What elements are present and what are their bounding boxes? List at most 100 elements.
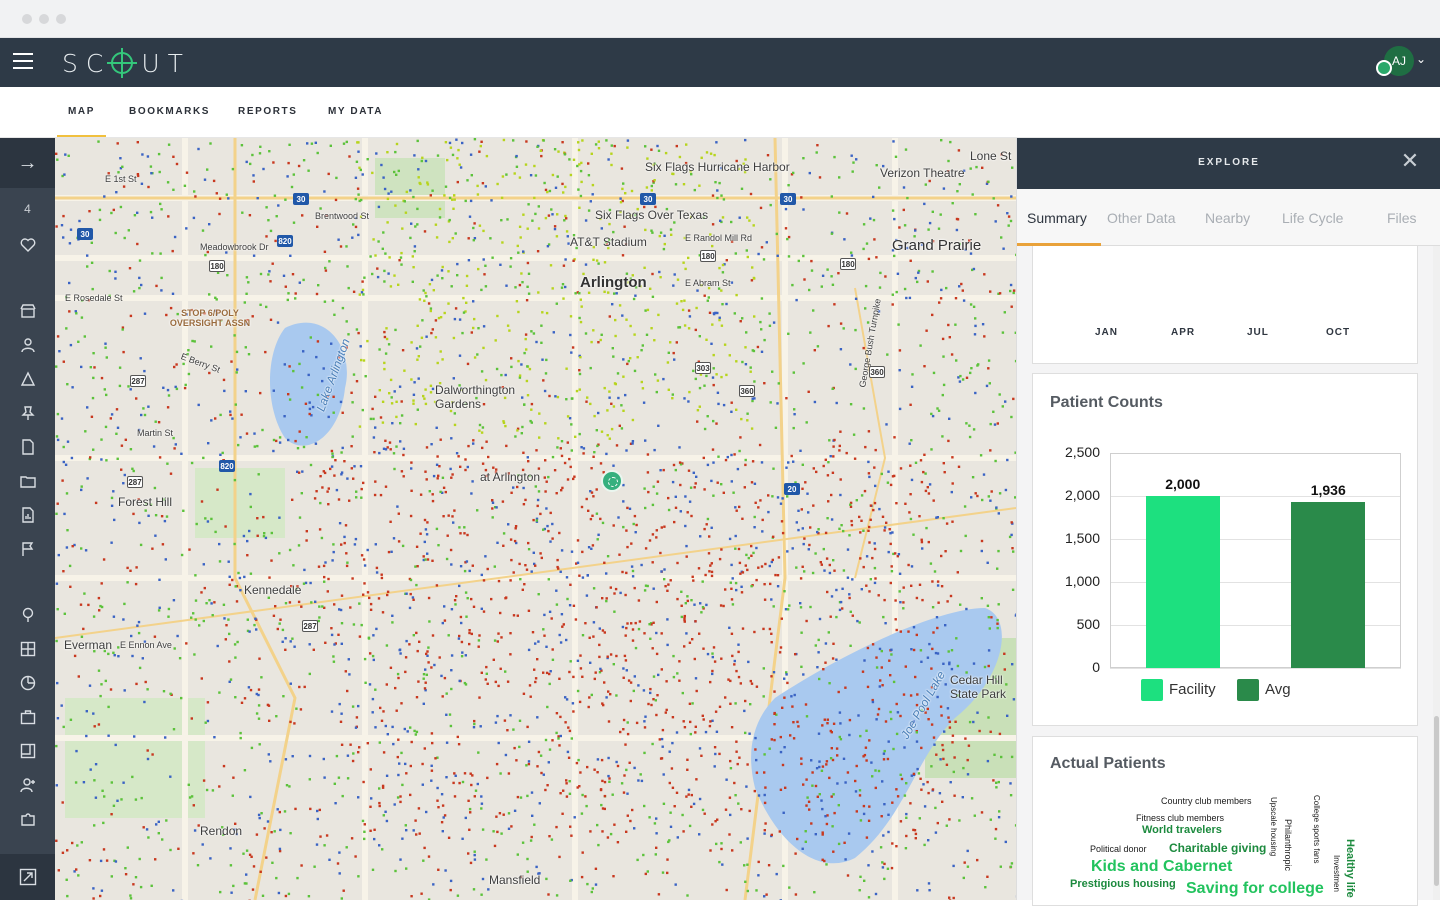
interstate-shield: 820 <box>277 235 293 247</box>
window-dot[interactable] <box>56 14 66 24</box>
highway-shield: 303 <box>695 362 711 374</box>
window-dot[interactable] <box>22 14 32 24</box>
tab-nearby[interactable]: Nearby <box>1205 210 1250 226</box>
bar-value-label: 2,000 <box>1143 476 1223 492</box>
draw-shape-icon[interactable] <box>17 368 39 390</box>
document-icon[interactable] <box>17 436 39 458</box>
highway-shield: 287 <box>130 375 146 387</box>
interstate-shield: 30 <box>293 193 309 205</box>
report-icon[interactable] <box>17 504 39 526</box>
highway-shield: 287 <box>127 476 143 488</box>
bar-facility[interactable] <box>1146 496 1220 668</box>
highway-shield: 180 <box>700 250 716 262</box>
tab-files[interactable]: Files <box>1387 210 1417 226</box>
word-cloud-term: Kids and Cabernet <box>1091 858 1232 876</box>
folder-icon[interactable] <box>17 470 39 492</box>
word-cloud-term: World travelers <box>1142 824 1222 836</box>
user-menu[interactable]: AJ ⌄ <box>1376 46 1436 80</box>
window-dot[interactable] <box>39 14 49 24</box>
map-label: E Randol Mill Rd <box>685 233 752 243</box>
tab-map[interactable]: MAP <box>68 106 95 117</box>
tab-my-data[interactable]: MY DATA <box>328 106 383 117</box>
scout-logo[interactable]: SCUT <box>62 48 191 78</box>
map-label: Forest Hill <box>118 495 172 509</box>
word-cloud-term: Healthy life <box>1344 839 1356 898</box>
interstate-shield: 30 <box>77 228 93 240</box>
menu-icon[interactable] <box>13 53 33 71</box>
word-cloud-term: Philanthropic <box>1283 819 1293 871</box>
location-icon[interactable] <box>17 604 39 626</box>
map-label: E Ennon Ave <box>120 640 172 650</box>
pin-icon[interactable] <box>17 402 39 424</box>
facility-marker[interactable] <box>601 470 623 492</box>
month-label: JUL <box>1247 327 1269 338</box>
map-layer <box>55 138 1016 900</box>
map-label: Rendon <box>200 824 242 838</box>
month-label: APR <box>1171 327 1195 338</box>
y-tick-label: 500 <box>1033 616 1100 632</box>
close-icon[interactable]: ✕ <box>1399 150 1421 172</box>
chevron-down-icon[interactable]: ⌄ <box>1416 52 1426 66</box>
bar-avg[interactable] <box>1291 502 1365 668</box>
patient-counts-chart: 05001,0001,5002,0002,5002,0001,936Facili… <box>1033 374 1419 727</box>
tab-other-data[interactable]: Other Data <box>1107 210 1175 226</box>
map-label: E 1st St <box>105 174 137 184</box>
word-cloud-term: Fitness club members <box>1136 813 1224 823</box>
actual-patients-card: Actual Patients Country club members Fit… <box>1032 736 1418 906</box>
layout-icon[interactable] <box>17 740 39 762</box>
explore-panel: EXPLORE ✕ Summary Other Data Nearby Life… <box>1016 138 1440 900</box>
map-label: E Abram St <box>685 278 731 288</box>
panel-header: EXPLORE ✕ <box>1017 138 1440 189</box>
map-label: STOP 6/POLY OVERSIGHT ASSN <box>165 308 255 328</box>
heart-icon[interactable] <box>17 234 39 256</box>
tab-reports[interactable]: REPORTS <box>238 106 298 117</box>
store-icon[interactable] <box>17 300 39 322</box>
map-label: Meadowbrook Dr <box>200 242 269 252</box>
legend-swatch <box>1141 679 1163 701</box>
tab-life-cycle[interactable]: Life Cycle <box>1282 210 1343 226</box>
map-label: Grand Prairie <box>892 237 981 254</box>
briefcase-icon[interactable] <box>17 706 39 728</box>
gridline <box>1110 668 1401 669</box>
main-tabs: MAP BOOKMARKS REPORTS MY DATA <box>0 87 1440 138</box>
highway-shield: 360 <box>869 366 885 378</box>
patient-counts-card: Patient Counts 05001,0001,5002,0002,5002… <box>1032 373 1418 726</box>
active-tab-indicator <box>57 135 106 137</box>
interstate-shield: 20 <box>784 483 800 495</box>
grid-icon[interactable] <box>17 638 39 660</box>
map-label: Cedar Hill State Park <box>950 673 1010 701</box>
person-icon[interactable] <box>17 334 39 356</box>
collapse-icon[interactable] <box>0 854 55 900</box>
panel-scrollbar[interactable] <box>1433 246 1440 900</box>
pie-chart-icon[interactable] <box>17 672 39 694</box>
map-label: Mansfield <box>489 873 540 887</box>
map-label: Six Flags Hurricane Harbor <box>645 160 790 174</box>
browser-chrome <box>0 0 1440 38</box>
highway-shield: 180 <box>840 258 856 270</box>
tab-bookmarks[interactable]: BOOKMARKS <box>129 106 210 117</box>
map-label: Martin St <box>137 428 173 438</box>
map-label: Dalworthington Gardens <box>435 383 545 411</box>
tab-summary[interactable]: Summary <box>1027 210 1087 226</box>
map-label: Verizon Theatre <box>880 166 965 180</box>
interstate-shield: 30 <box>640 193 656 205</box>
map-label: AT&T Stadium <box>570 235 647 249</box>
word-cloud-term: Political donor <box>1090 844 1147 854</box>
puzzle-icon[interactable] <box>17 808 39 830</box>
y-tick-label: 0 <box>1033 659 1100 675</box>
y-tick-label: 2,500 <box>1033 444 1100 460</box>
map-label: Brentwood St <box>315 211 369 221</box>
word-cloud-term: Prestigious housing <box>1070 878 1176 890</box>
bar-value-label: 1,936 <box>1288 482 1368 498</box>
flag-icon[interactable] <box>17 538 39 560</box>
map-label: Everman <box>64 638 112 652</box>
interstate-shield: 820 <box>219 460 235 472</box>
expand-arrow-icon[interactable]: → <box>0 138 55 188</box>
map-canvas[interactable]: Six Flags Hurricane Harbor Six Flags Ove… <box>55 138 1016 900</box>
word-cloud-term: Country club members <box>1161 796 1252 806</box>
add-person-icon[interactable] <box>17 774 39 796</box>
scrollbar-thumb[interactable] <box>1434 716 1439 886</box>
map-label: E Rosedale St <box>65 293 123 303</box>
legend-label: Facility <box>1169 681 1216 698</box>
interstate-shield: 30 <box>780 193 796 205</box>
